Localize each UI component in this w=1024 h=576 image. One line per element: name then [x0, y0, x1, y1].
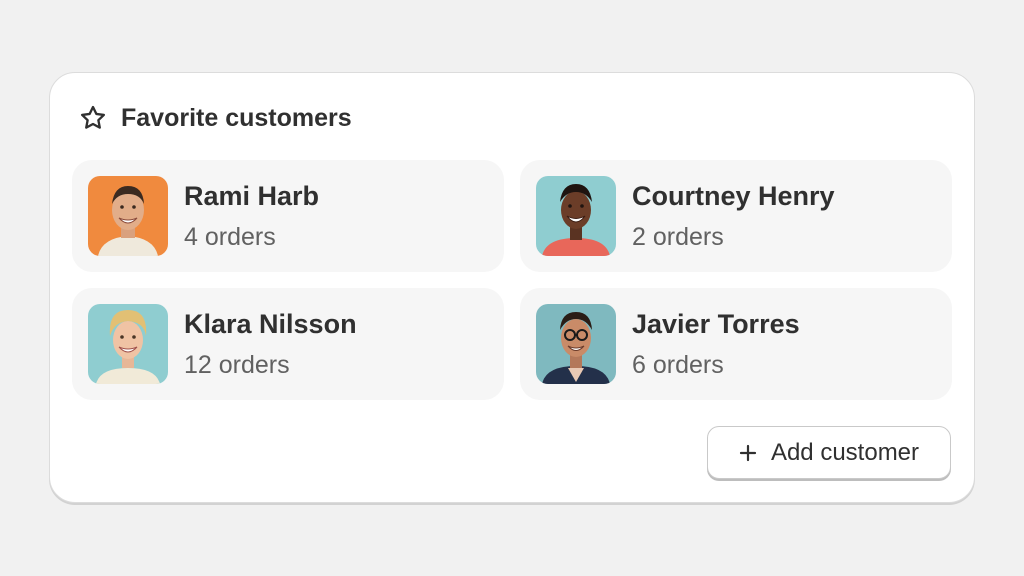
customer-name: Klara Nilsson: [184, 308, 357, 339]
customer-name: Rami Harb: [184, 180, 320, 211]
card-header: Favorite customers: [78, 101, 352, 135]
avatar: [536, 304, 616, 384]
star-icon: [78, 103, 108, 133]
customer-tile[interactable]: Rami Harb 4 orders: [72, 160, 504, 272]
avatar: [88, 176, 168, 256]
add-customer-button[interactable]: Add customer: [707, 426, 951, 479]
avatar: [88, 304, 168, 384]
plus-icon: [739, 444, 757, 462]
customer-orders: 12 orders: [184, 350, 290, 379]
avatar: [536, 176, 616, 256]
customer-grid: Rami Harb 4 orders Courtney Henry 2 orde…: [72, 160, 952, 400]
customer-tile[interactable]: Klara Nilsson 12 orders: [72, 288, 504, 400]
customer-orders: 4 orders: [184, 222, 276, 251]
add-customer-label: Add customer: [770, 438, 920, 466]
customer-tile[interactable]: Javier Torres 6 orders: [520, 288, 952, 400]
customer-name: Javier Torres: [632, 308, 800, 339]
customer-orders: 2 orders: [632, 222, 724, 251]
card-title: Favorite customers: [121, 103, 352, 132]
customer-tile[interactable]: Courtney Henry 2 orders: [520, 160, 952, 272]
customer-orders: 6 orders: [632, 350, 724, 379]
customer-name: Courtney Henry: [632, 180, 835, 211]
favorite-customers-card: Favorite customers Rami Harb 4 orders Co…: [49, 72, 975, 503]
